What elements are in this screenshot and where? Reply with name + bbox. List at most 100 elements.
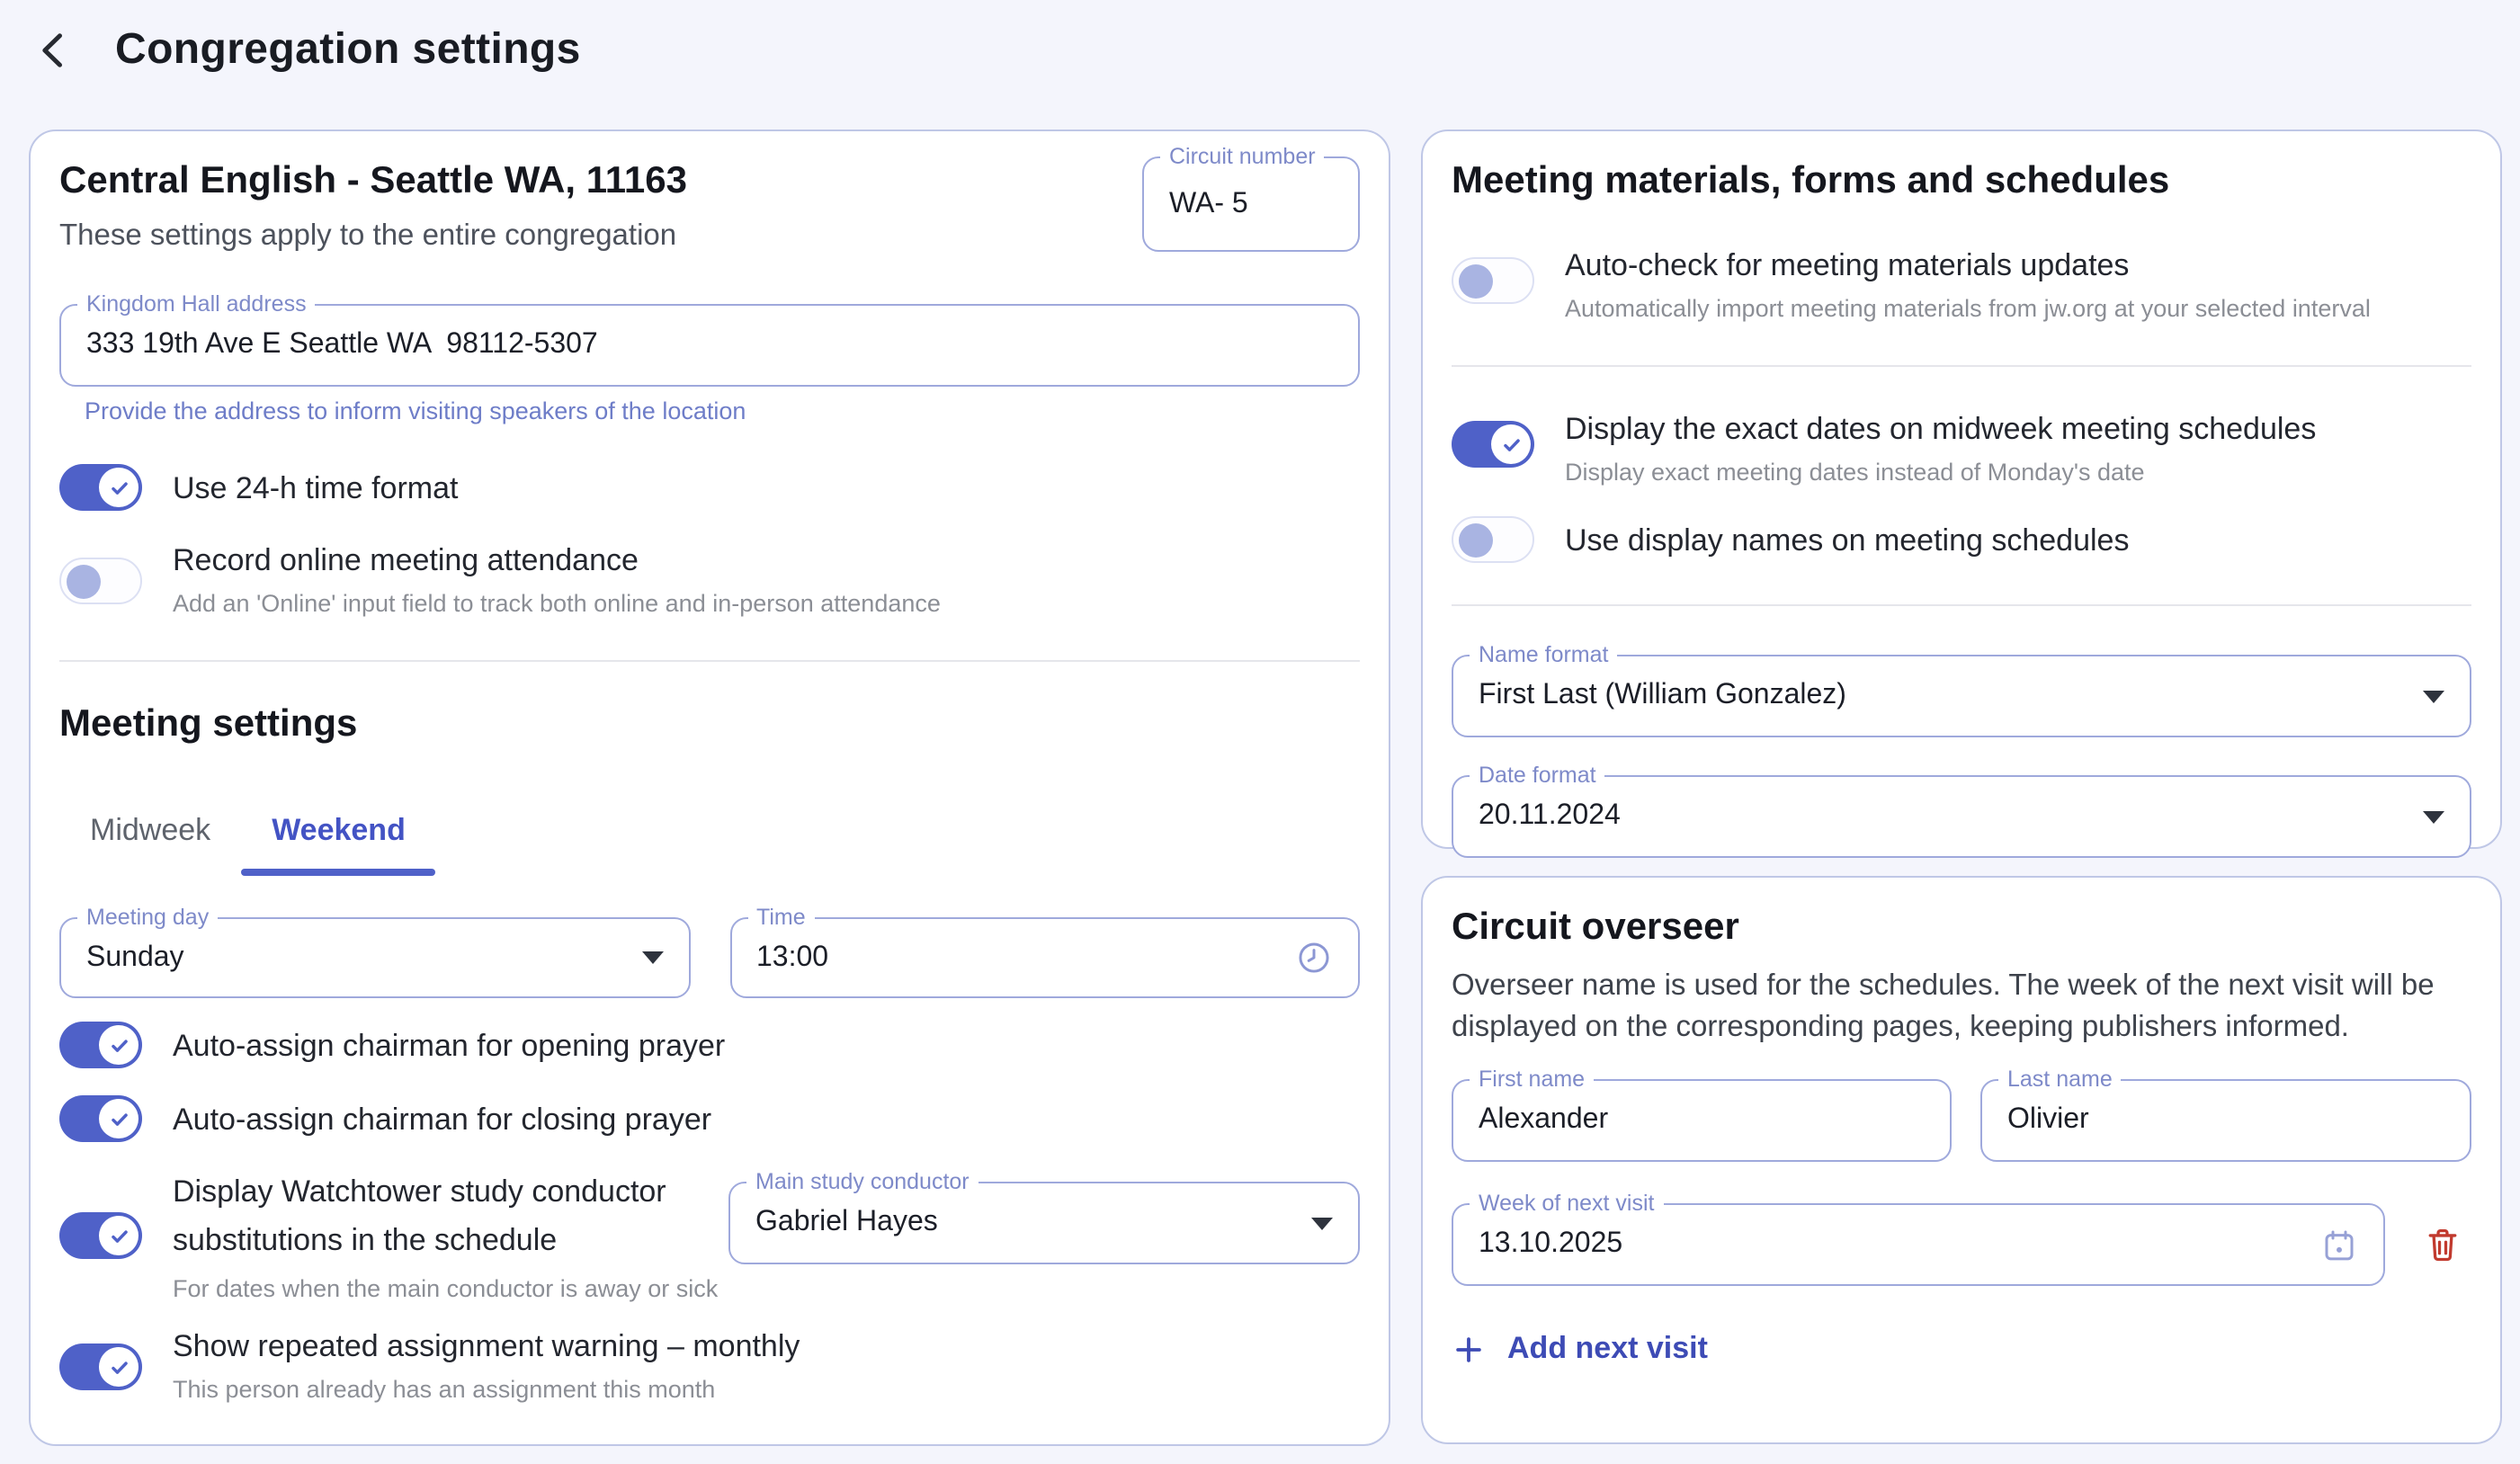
repeat-warning-description: This person already has an assignment th… (173, 1374, 800, 1405)
auto-check-text: Auto-check for meeting materials updates… (1565, 246, 2371, 324)
meeting-day-select[interactable]: Meeting day Sunday (59, 917, 690, 998)
check-icon (107, 1033, 130, 1057)
toggle-knob (99, 1347, 139, 1387)
tab-weekend[interactable]: Weekend (241, 791, 436, 876)
first-name-value: Alexander (1479, 1104, 1608, 1137)
next-visit-field[interactable]: Week of next visit 13.10.2025 (1452, 1203, 2385, 1286)
add-next-visit-label: Add next visit (1507, 1331, 1708, 1367)
chevron-down-icon (1311, 1217, 1333, 1229)
date-format-label: Date format (1470, 763, 1605, 788)
name-format-select[interactable]: Name format First Last (William Gonzalez… (1452, 655, 2471, 737)
circuit-overseer-description: Overseer name is used for the schedules.… (1452, 966, 2471, 1049)
record-online-toggle[interactable] (59, 558, 142, 604)
circuit-number-label: Circuit number (1160, 144, 1325, 169)
address-helper-text: Provide the address to inform visiting s… (85, 397, 1360, 424)
toggle-knob (99, 1025, 139, 1065)
page-title: Congregation settings (115, 25, 581, 76)
auto-check-description: Automatically import meeting materials f… (1565, 293, 2371, 324)
add-next-visit-button[interactable]: Add next visit (1452, 1331, 2471, 1367)
section-divider (1452, 604, 2471, 606)
toggle-knob (1458, 522, 1492, 557)
record-online-label: Record online meeting attendance (173, 541, 941, 579)
meeting-day-label: Meeting day (77, 905, 218, 930)
auto-closing-prayer-toggle[interactable] (59, 1095, 142, 1142)
conductor-substitutions-label: Display Watchtower study conductor subst… (173, 1167, 721, 1264)
circuit-overseer-title: Circuit overseer (1452, 906, 2471, 950)
exact-dates-description: Display exact meeting dates instead of M… (1565, 457, 2316, 487)
section-divider (1452, 365, 2471, 367)
display-names-toggle[interactable] (1452, 516, 1534, 563)
toggle-knob (1458, 263, 1492, 298)
first-name-label: First name (1470, 1067, 1594, 1092)
chevron-down-icon (2423, 690, 2444, 702)
auto-closing-prayer-label: Auto-assign chairman for closing prayer (173, 1100, 711, 1138)
conductor-substitutions-description: For dates when the main conductor is awa… (173, 1273, 721, 1304)
repeat-warning-label: Show repeated assignment warning – month… (173, 1327, 800, 1365)
tab-midweek[interactable]: Midweek (59, 791, 241, 876)
toggle-knob (99, 1099, 139, 1138)
exact-dates-toggle[interactable] (1452, 421, 1534, 468)
display-names-label: Use display names on meeting schedules (1565, 521, 2129, 558)
main-study-conductor-value: Gabriel Hayes (755, 1207, 938, 1239)
main-study-conductor-select[interactable]: Main study conductor Gabriel Hayes (728, 1182, 1360, 1264)
chevron-left-icon (31, 27, 77, 74)
meeting-day-value: Sunday (86, 942, 184, 974)
repeat-warning-text: Show repeated assignment warning – month… (173, 1327, 800, 1405)
check-icon (107, 1107, 130, 1130)
toggle-knob (66, 564, 100, 598)
circuit-number-field[interactable]: Circuit number WA- 5 (1142, 156, 1360, 252)
use-24h-toggle[interactable] (59, 464, 142, 511)
materials-title: Meeting materials, forms and schedules (1452, 160, 2471, 203)
time-field[interactable]: Time 13:00 (729, 917, 1360, 998)
conductor-substitutions-text: Display Watchtower study conductor subst… (173, 1167, 721, 1304)
first-name-field[interactable]: First name Alexander (1452, 1079, 1952, 1162)
record-online-text: Record online meeting attendance Add an … (173, 541, 941, 619)
kingdom-hall-address-field[interactable]: Kingdom Hall address 333 19th Ave E Seat… (59, 304, 1360, 387)
check-icon (107, 1355, 130, 1379)
clock-icon[interactable] (1295, 939, 1333, 977)
check-icon (107, 1224, 130, 1247)
meeting-settings-heading: Meeting settings (59, 703, 1360, 746)
section-divider (59, 660, 1360, 662)
congregation-subtitle: These settings apply to the entire congr… (59, 219, 687, 254)
meeting-tabs: Midweek Weekend (59, 791, 1360, 876)
name-format-label: Name format (1470, 642, 1618, 667)
congregation-title: Central English - Seattle WA, 11163 (59, 160, 687, 203)
next-visit-value: 13.10.2025 (1479, 1228, 1622, 1261)
kingdom-hall-address-label: Kingdom Hall address (77, 291, 316, 317)
circuit-overseer-card: Circuit overseer Overseer name is used f… (1421, 876, 2502, 1444)
kingdom-hall-address-value: 333 19th Ave E Seattle WA 98112-5307 (86, 329, 598, 362)
auto-check-toggle[interactable] (1452, 257, 1534, 304)
check-icon (107, 476, 130, 499)
main-study-conductor-label: Main study conductor (746, 1169, 979, 1194)
toggle-knob (99, 468, 139, 507)
time-value: 13:00 (756, 942, 828, 974)
trash-icon (2423, 1225, 2462, 1264)
record-online-description: Add an 'Online' input field to track bot… (173, 588, 941, 619)
repeat-warning-toggle[interactable] (59, 1343, 142, 1390)
chevron-down-icon (641, 951, 663, 964)
conductor-substitutions-toggle[interactable] (59, 1212, 142, 1259)
auto-opening-prayer-label: Auto-assign chairman for opening prayer (173, 1026, 725, 1064)
materials-card: Meeting materials, forms and schedules A… (1421, 129, 2502, 849)
exact-dates-text: Display the exact dates on midweek meeti… (1565, 410, 2316, 487)
back-button[interactable] (25, 22, 83, 79)
next-visit-label: Week of next visit (1470, 1191, 1663, 1216)
last-name-value: Olivier (2007, 1104, 2089, 1137)
auto-opening-prayer-toggle[interactable] (59, 1022, 142, 1068)
delete-visit-button[interactable] (2423, 1225, 2462, 1264)
page-header: Congregation settings (25, 22, 581, 79)
date-format-select[interactable]: Date format 20.11.2024 (1452, 775, 2471, 858)
name-format-value: First Last (William Gonzalez) (1479, 680, 1846, 712)
calendar-icon[interactable] (2320, 1226, 2358, 1263)
time-label: Time (747, 905, 815, 930)
last-name-field[interactable]: Last name Olivier (1980, 1079, 2471, 1162)
circuit-number-value: WA- 5 (1169, 188, 1248, 220)
toggle-knob (99, 1216, 139, 1255)
date-format-value: 20.11.2024 (1479, 800, 1621, 833)
plus-icon (1452, 1332, 1486, 1366)
congregation-card: Central English - Seattle WA, 11163 Thes… (29, 129, 1390, 1446)
last-name-label: Last name (1998, 1067, 2122, 1092)
use-24h-label: Use 24-h time format (173, 469, 458, 506)
check-icon (1499, 433, 1523, 456)
